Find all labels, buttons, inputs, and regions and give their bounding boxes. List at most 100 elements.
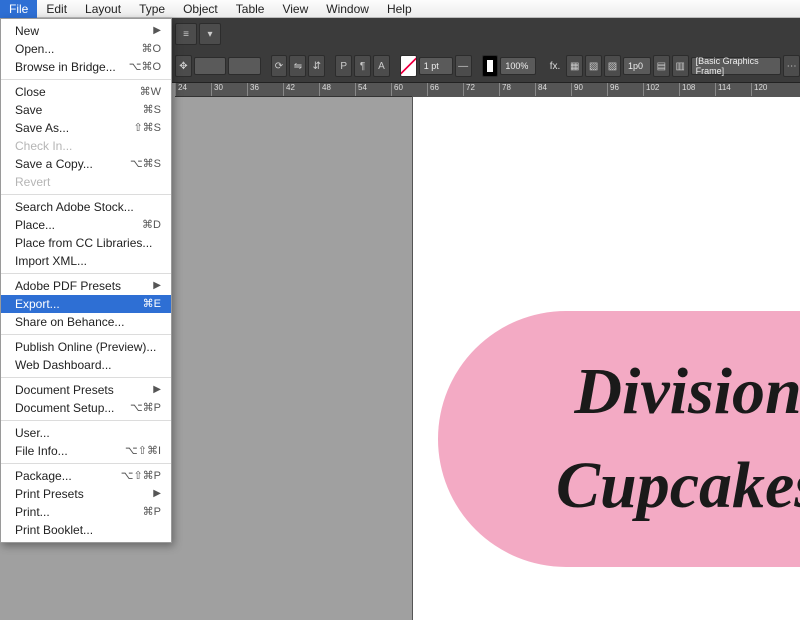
menu-item-label: Place... bbox=[15, 217, 55, 233]
menu-view[interactable]: View bbox=[273, 0, 317, 18]
menu-item-save-a-copy[interactable]: Save a Copy... ⌥⌘S bbox=[1, 155, 171, 173]
menu-item-print[interactable]: Print...⌘P bbox=[1, 503, 171, 521]
menu-item-label: Document Setup... bbox=[15, 400, 114, 416]
menu-item-shortcut: ⌘D bbox=[142, 217, 161, 233]
menu-item-shortcut: ⌘W bbox=[140, 84, 161, 100]
menu-item-adobe-pdf-presets[interactable]: Adobe PDF Presets ▶ bbox=[1, 277, 171, 295]
ruler-tick: 48 bbox=[319, 83, 355, 96]
ruler-tick: 114 bbox=[715, 83, 751, 96]
menu-item-label: Browse in Bridge... bbox=[15, 59, 116, 75]
fill-swatch[interactable] bbox=[482, 55, 499, 77]
ruler-tick: 60 bbox=[391, 83, 427, 96]
dropdown-icon[interactable]: ▾ bbox=[199, 23, 221, 45]
stroke-weight-field[interactable]: 1 pt bbox=[419, 57, 453, 75]
menu-item-label: Export... bbox=[15, 296, 60, 312]
ruler-tick: 54 bbox=[355, 83, 391, 96]
more-icon[interactable]: ⋯ bbox=[783, 55, 800, 77]
menu-item-browse-in-bridge[interactable]: Browse in Bridge...⌥⌘O bbox=[1, 58, 171, 76]
wrap-icon[interactable]: ▦ bbox=[566, 55, 583, 77]
menu-item-share-on-behance[interactable]: Share on Behance... bbox=[1, 313, 171, 331]
menu-item-save[interactable]: Save⌘S bbox=[1, 101, 171, 119]
artwork-text-line2: Cupcakes bbox=[556, 448, 800, 524]
menu-item-place-from-cc-libraries[interactable]: Place from CC Libraries... bbox=[1, 234, 171, 252]
flip-h-icon[interactable]: ⇋ bbox=[289, 55, 306, 77]
x-field[interactable] bbox=[194, 57, 226, 75]
menu-item-shortcut: ⌥⇧⌘P bbox=[121, 468, 161, 484]
zoom-field[interactable]: 100% bbox=[500, 57, 535, 75]
menu-item-open[interactable]: Open...⌘O bbox=[1, 40, 171, 58]
flip-v-icon[interactable]: ⇵ bbox=[308, 55, 325, 77]
menu-table[interactable]: Table bbox=[227, 0, 274, 18]
menu-item-save-as[interactable]: Save As...⇧⌘S bbox=[1, 119, 171, 137]
menu-item-search-adobe-stock[interactable]: Search Adobe Stock... bbox=[1, 198, 171, 216]
object-style-field[interactable]: [Basic Graphics Frame] bbox=[691, 57, 781, 75]
ruler-tick: 120 bbox=[751, 83, 787, 96]
paragraph-controls-icon[interactable]: ≡ bbox=[175, 23, 197, 45]
y-field[interactable] bbox=[228, 57, 260, 75]
menu-item-web-dashboard[interactable]: Web Dashboard... bbox=[1, 356, 171, 374]
menu-item-user[interactable]: User... bbox=[1, 424, 171, 442]
menu-item-label: Revert bbox=[15, 174, 50, 190]
menu-item-export[interactable]: Export... ⌘E bbox=[1, 295, 171, 313]
menu-item-import-xml[interactable]: Import XML... bbox=[1, 252, 171, 270]
menu-item-close[interactable]: Close ⌘W bbox=[1, 83, 171, 101]
grid2-icon[interactable]: ▥ bbox=[672, 55, 689, 77]
menu-item-shortcut: ⌘E bbox=[143, 296, 161, 312]
text-icon[interactable]: A bbox=[373, 55, 390, 77]
menu-item-print-booklet[interactable]: Print Booklet... bbox=[1, 521, 171, 539]
submenu-arrow-icon: ▶ bbox=[153, 382, 161, 398]
menu-item-label: Adobe PDF Presets bbox=[15, 278, 121, 294]
menu-item-package[interactable]: Package...⌥⇧⌘P bbox=[1, 467, 171, 485]
menu-item-print-presets[interactable]: Print Presets▶ bbox=[1, 485, 171, 503]
menu-item-document-setup[interactable]: Document Setup... ⌥⌘P bbox=[1, 399, 171, 417]
submenu-arrow-icon: ▶ bbox=[153, 278, 161, 294]
menu-bar: FileEditLayoutTypeObjectTableViewWindowH… bbox=[0, 0, 800, 18]
ruler-tick: 102 bbox=[643, 83, 679, 96]
menu-item-shortcut: ⌥⌘P bbox=[130, 400, 161, 416]
stroke-style-icon[interactable]: — bbox=[455, 55, 472, 77]
artwork-text-line1: Division bbox=[574, 354, 800, 430]
menu-item-label: Share on Behance... bbox=[15, 314, 124, 330]
menu-item-place[interactable]: Place... ⌘D bbox=[1, 216, 171, 234]
ruler-tick: 72 bbox=[463, 83, 499, 96]
menu-layout[interactable]: Layout bbox=[76, 0, 130, 18]
menu-item-label: Save a Copy... bbox=[15, 156, 93, 172]
menu-item-label: Print Booklet... bbox=[15, 522, 93, 538]
menu-item-label: New bbox=[15, 23, 39, 39]
ruler-tick: 30 bbox=[211, 83, 247, 96]
ruler-tick: 78 bbox=[499, 83, 535, 96]
menu-item-shortcut: ⌥⇧⌘I bbox=[125, 443, 161, 459]
menu-file[interactable]: File bbox=[0, 0, 37, 18]
menu-help[interactable]: Help bbox=[378, 0, 421, 18]
rotate-icon[interactable]: ⟳ bbox=[271, 55, 288, 77]
grid-icon[interactable]: ▤ bbox=[653, 55, 670, 77]
menu-item-shortcut: ⌘P bbox=[143, 504, 161, 520]
menu-item-revert: Revert bbox=[1, 173, 171, 191]
menu-item-document-presets[interactable]: Document Presets▶ bbox=[1, 381, 171, 399]
wrap3-icon[interactable]: ▨ bbox=[604, 55, 621, 77]
menu-item-shortcut: ⌘O bbox=[141, 41, 161, 57]
menu-object[interactable]: Object bbox=[174, 0, 227, 18]
menu-item-label: Search Adobe Stock... bbox=[15, 199, 134, 215]
menu-item-new[interactable]: New ▶ bbox=[1, 22, 171, 40]
menu-item-shortcut: ⇧⌘S bbox=[133, 120, 161, 136]
page-field[interactable]: 1p0 bbox=[623, 57, 651, 75]
char-icon[interactable]: P bbox=[335, 55, 352, 77]
menu-item-shortcut: ⌥⌘S bbox=[130, 156, 161, 172]
menu-item-label: Close bbox=[15, 84, 46, 100]
menu-window[interactable]: Window bbox=[317, 0, 378, 18]
menu-type[interactable]: Type bbox=[130, 0, 174, 18]
menu-item-file-info[interactable]: File Info...⌥⇧⌘I bbox=[1, 442, 171, 460]
menu-item-publish-online-preview[interactable]: Publish Online (Preview)... bbox=[1, 338, 171, 356]
rounded-rectangle-graphic[interactable]: Division Cupcakes bbox=[438, 311, 800, 567]
menu-item-label: Save bbox=[15, 102, 42, 118]
ruler-tick: 96 bbox=[607, 83, 643, 96]
para-icon[interactable]: ¶ bbox=[354, 55, 371, 77]
menu-edit[interactable]: Edit bbox=[37, 0, 76, 18]
fx-label: fx. bbox=[546, 61, 565, 72]
file-menu-dropdown: New▶Open...⌘OBrowse in Bridge...⌥⌘OClose… bbox=[0, 18, 172, 543]
wrap2-icon[interactable]: ▧ bbox=[585, 55, 602, 77]
anchor-icon[interactable]: ✥ bbox=[175, 55, 192, 77]
submenu-arrow-icon: ▶ bbox=[153, 23, 161, 39]
stroke-swatch[interactable] bbox=[400, 55, 417, 77]
